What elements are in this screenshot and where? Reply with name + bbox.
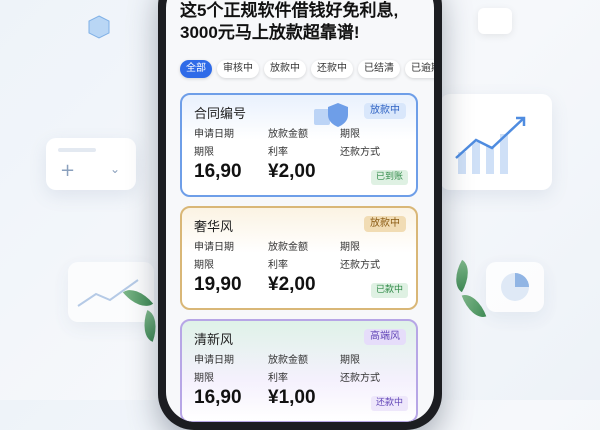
phone-screen: 这5个正规软件借钱好免利息, 3000元马上放款超靠谱! 全部 审核中 放款中 … [166,0,434,422]
term-label-top: 期限 [340,355,360,366]
apply-date-label: 申请日期 [194,355,234,366]
rate-label: 利率 [268,260,288,271]
rate-label: 利率 [268,147,288,158]
arrival-status: 已款中 [370,283,408,298]
chevron-down-icon: ⌄ [110,162,121,176]
rate-label: 利率 [268,373,288,384]
term-value: 19,90 [194,274,242,295]
pie-chart-icon [501,273,529,301]
cube-icon [88,15,110,39]
background-placeholder-line [58,148,96,152]
tab-all[interactable]: 全部 [180,60,212,78]
tab-disbursing[interactable]: 放款中 [264,60,306,78]
loan-card-gold[interactable]: 奢华风 放款中 申请日期 放款金额 期限 期限 利率 还款方式 19,90 ¥2… [180,206,418,310]
apply-date-label: 申请日期 [194,129,234,140]
card-title: 奢华风 [194,220,234,235]
headline-line-1: 这5个正规软件借钱好免利息, [180,1,399,20]
background-chart-card-lower [68,262,154,322]
card-title: 清新风 [194,333,234,348]
term-value: 16,90 [194,161,242,182]
apply-date-label: 申请日期 [194,242,234,253]
line-chart-icon [77,279,139,307]
status-tabs: 全部 审核中 放款中 还款中 已结清 已逾期 [180,60,434,78]
repay-method-label: 还款方式 [340,373,380,384]
background-card-left: + ⌄ [46,138,136,190]
page-headline: 这5个正规软件借钱好免利息, 3000元马上放款超靠谱! [180,0,430,44]
repay-method-label: 还款方式 [340,147,380,158]
leaf-decoration [448,259,476,293]
rate-value: ¥1,00 [268,387,316,408]
loan-card-blue[interactable]: 合同编号 放款中 申请日期 放款金额 期限 期限 利率 还款方式 16,90 ¥… [180,93,418,197]
repay-method-label: 还款方式 [340,260,380,271]
tab-overdue[interactable]: 已逾期 [405,60,434,78]
leaf-decoration [461,290,487,322]
headline-line-2: 3000元马上放款超靠谱! [180,23,360,42]
term-label: 期限 [194,373,214,384]
status-badge: 放款中 [364,103,406,119]
term-label: 期限 [194,260,214,271]
status-badge: 放款中 [364,216,406,232]
tab-reviewing[interactable]: 审核中 [217,60,259,78]
amount-label: 放款金额 [268,242,308,253]
card-title: 合同编号 [194,107,247,122]
arrival-status: 还款中 [370,396,408,411]
background-pie-card [486,262,544,312]
tab-settled[interactable]: 已结清 [358,60,400,78]
tab-repaying[interactable]: 还款中 [311,60,353,78]
background-chart-card [440,94,552,190]
arrival-status: 已到账 [370,170,408,185]
term-value: 16,90 [194,387,242,408]
loan-card-fresh[interactable]: 清新风 高端风 申请日期 放款金额 期限 期限 利率 还款方式 16,90 ¥1… [180,319,418,422]
plus-icon: + [60,160,76,181]
term-label-top: 期限 [340,129,360,140]
status-badge: 高端风 [364,329,406,345]
term-label: 期限 [194,147,214,158]
rate-value: ¥2,00 [268,161,316,182]
background-corner-card [478,8,512,34]
growth-chart-icon [455,116,526,174]
amount-label: 放款金额 [268,129,308,140]
term-label-top: 期限 [340,242,360,253]
rate-value: ¥2,00 [268,274,316,295]
phone-frame: 这5个正规软件借钱好免利息, 3000元马上放款超靠谱! 全部 审核中 放款中 … [158,0,442,430]
amount-label: 放款金额 [268,355,308,366]
